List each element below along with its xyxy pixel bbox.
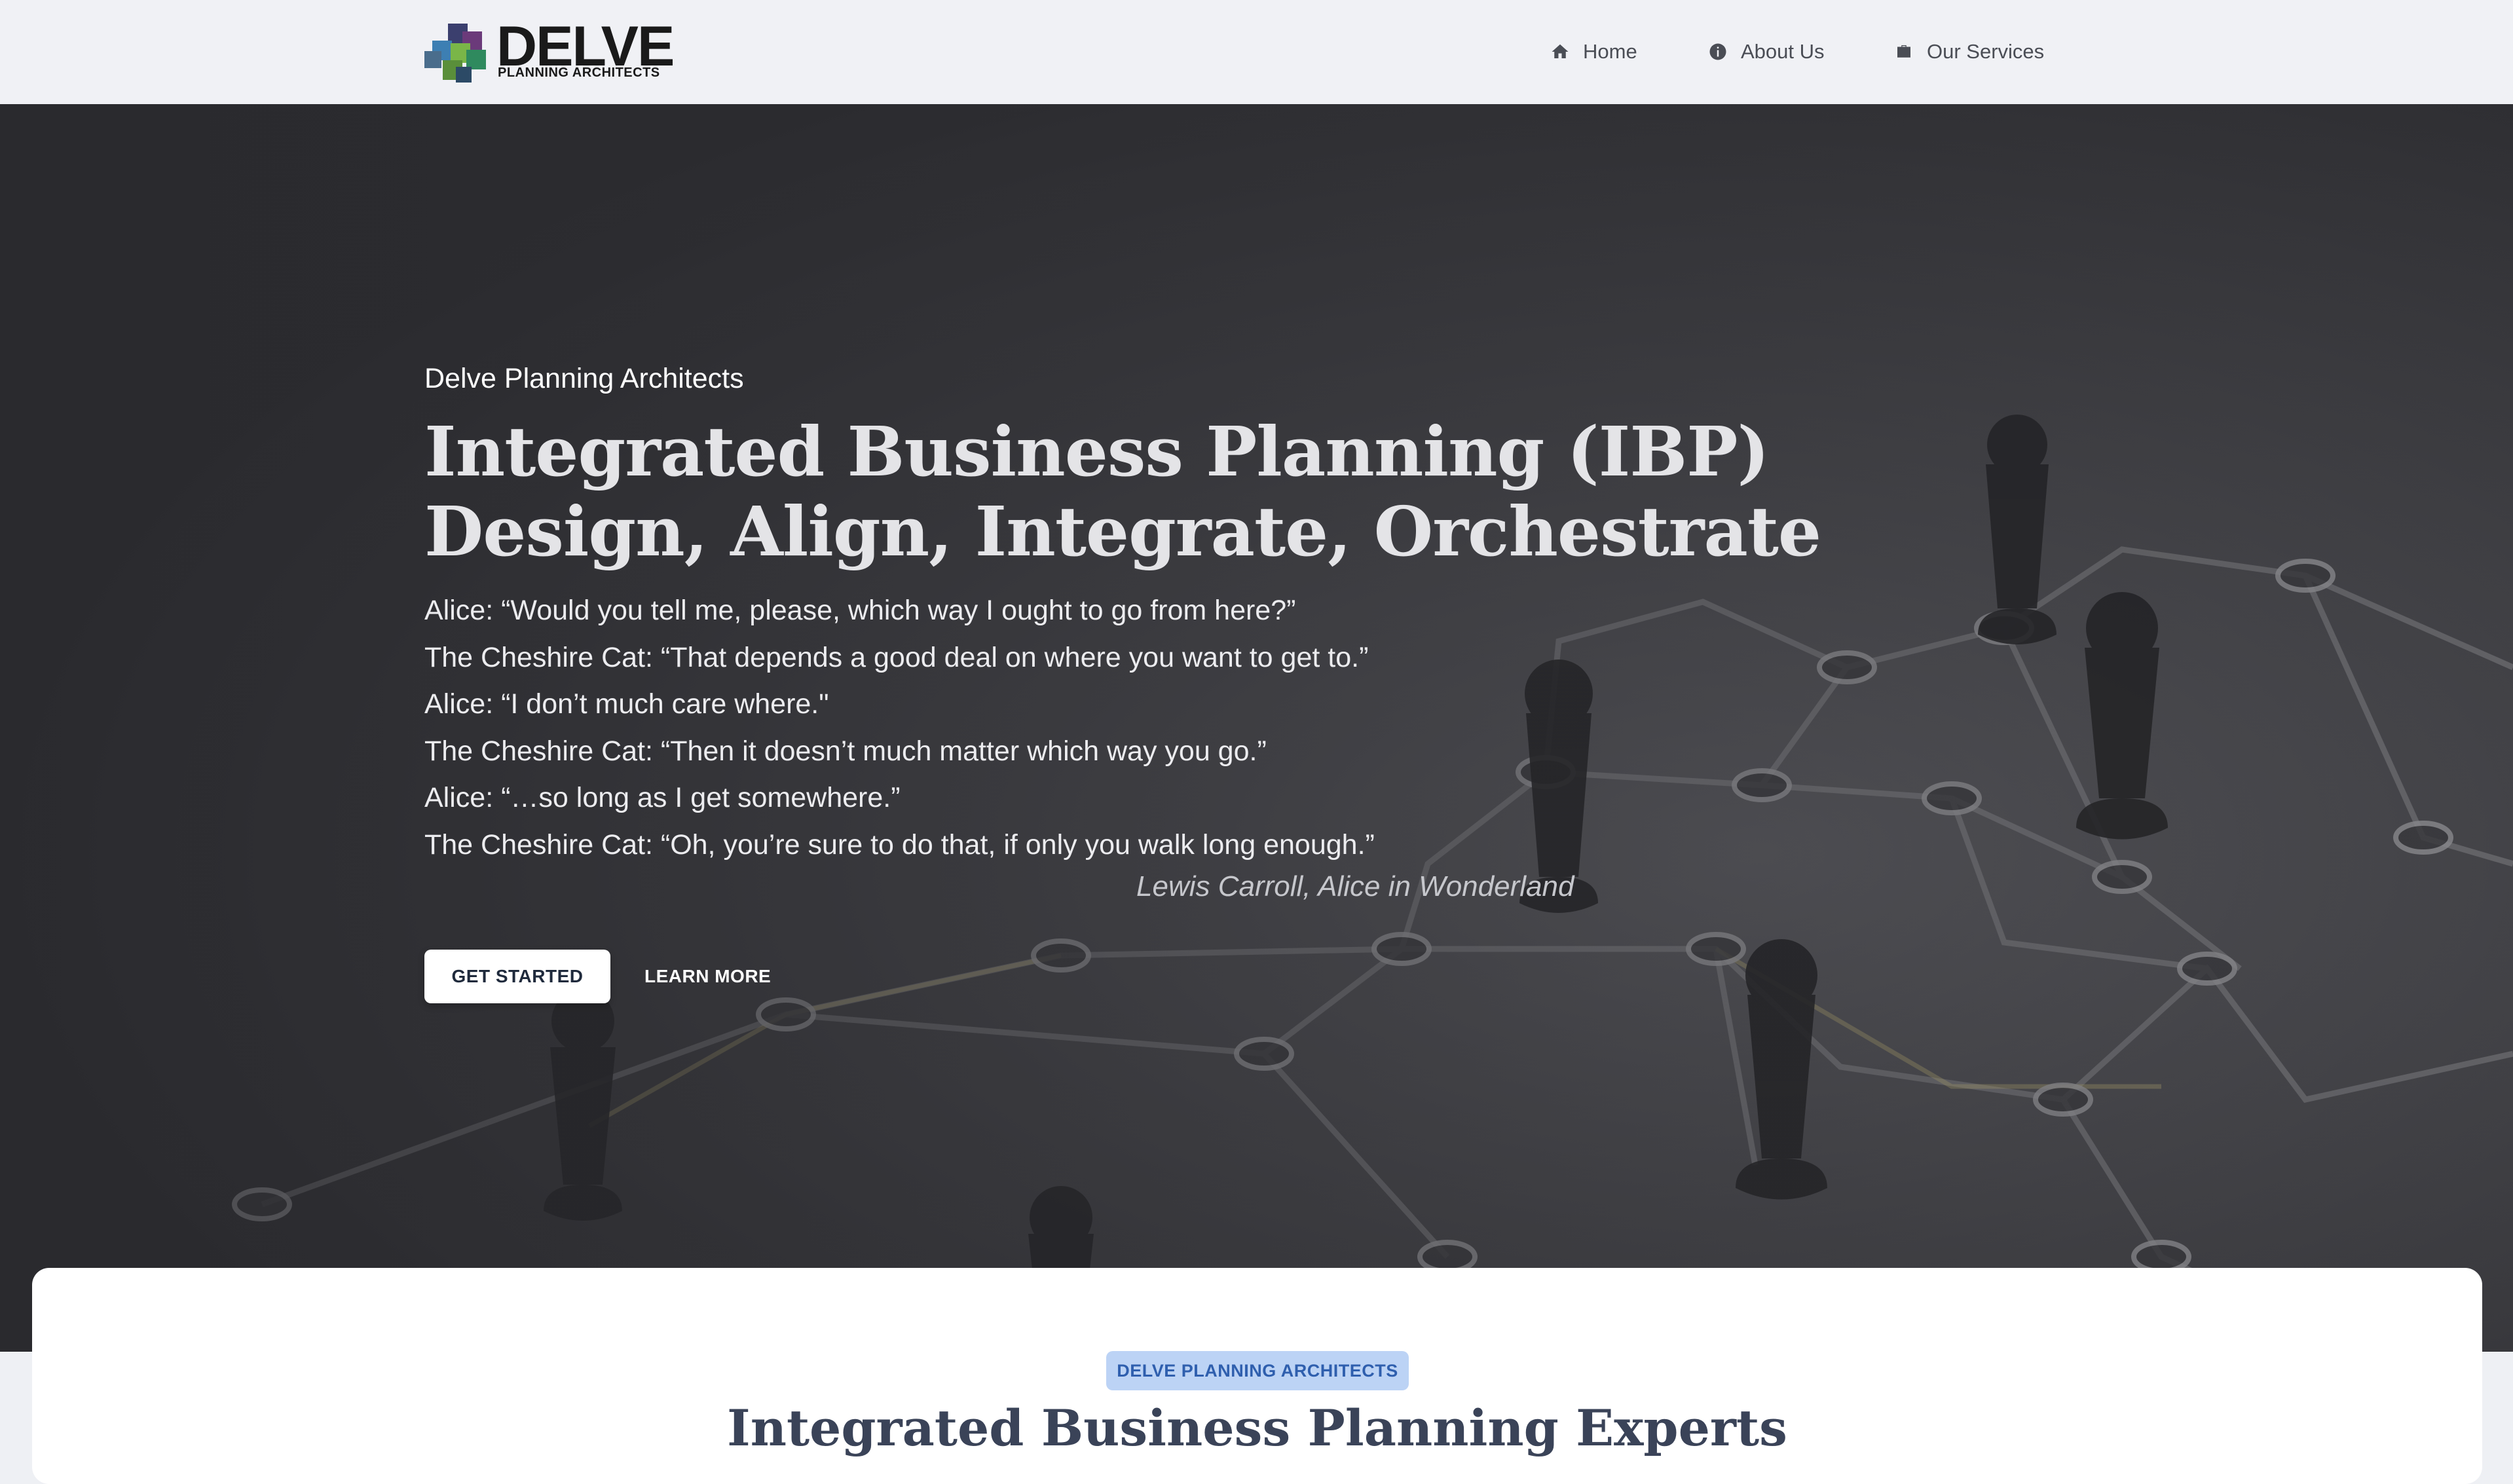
hero-title-line-2: Design, Align, Integrate, Orchestrate — [424, 491, 1821, 572]
brand-logo[interactable]: DELVE PLANNING ARCHITECTS — [423, 18, 675, 84]
quote-attribution: Lewis Carroll, Alice in Wonderland — [1136, 870, 1574, 902]
section-title: Integrated Business Planning Experts — [727, 1399, 1787, 1457]
section-badge: DELVE PLANNING ARCHITECTS — [1106, 1351, 1409, 1390]
home-icon — [1552, 44, 1569, 58]
learn-more-button[interactable]: LEARN MORE — [644, 950, 771, 1003]
quote-line: Alice: “…so long as I get somewhere.” — [424, 782, 901, 813]
nav-item-home[interactable]: Home — [1550, 38, 1637, 65]
hero-section: Delve Planning Architects Integrated Bus… — [0, 104, 2513, 1352]
top-navbar: DELVE PLANNING ARCHITECTS Home About Us … — [0, 0, 2513, 104]
get-started-button[interactable]: GET STARTED — [424, 950, 610, 1003]
cube-logo-icon — [424, 24, 486, 83]
nav-item-label: Our Services — [1927, 40, 2045, 63]
intro-card: DELVE PLANNING ARCHITECTS Integrated Bus… — [32, 1268, 2482, 1484]
brand-tagline: PLANNING ARCHITECTS — [498, 65, 660, 80]
quote-line: The Cheshire Cat: “Oh, you’re sure to do… — [424, 828, 1375, 861]
nav-item-label: About Us — [1741, 40, 1825, 63]
quote-line: The Cheshire Cat: “That depends a good d… — [424, 641, 1369, 673]
nav-item-our-services[interactable]: Our Services — [1894, 38, 2044, 65]
info-icon — [1709, 43, 1726, 60]
quote-line: Alice: “I don’t much care where." — [424, 688, 829, 720]
hero-title-line-1: Integrated Business Planning (IBP) — [424, 411, 1770, 492]
hero-quote: Alice: “Would you tell me, please, which… — [424, 587, 1375, 868]
briefcase-icon — [1897, 45, 1910, 58]
quote-line: The Cheshire Cat: “Then it doesn’t much … — [424, 735, 1267, 767]
hero-eyebrow: Delve Planning Architects — [424, 363, 744, 394]
quote-line: Alice: “Would you tell me, please, which… — [424, 595, 1296, 626]
hero-title: Integrated Business Planning (IBP) Desig… — [424, 412, 1821, 572]
nav-item-about-us[interactable]: About Us — [1708, 38, 1825, 65]
nav-item-label: Home — [1583, 40, 1637, 63]
